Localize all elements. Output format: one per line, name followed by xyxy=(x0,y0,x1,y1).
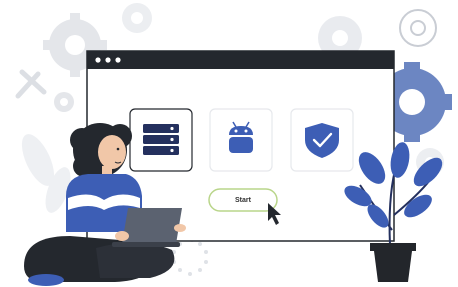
tile-server[interactable] xyxy=(129,108,193,172)
window-dot xyxy=(115,57,121,63)
gear-icon xyxy=(54,92,74,112)
illustration-scene: Start xyxy=(0,0,458,287)
server-stack-icon xyxy=(143,124,179,155)
start-button[interactable] xyxy=(208,188,278,212)
tile-robot[interactable] xyxy=(209,108,273,172)
window-dot xyxy=(95,57,101,63)
gear-icon xyxy=(122,3,152,33)
window-dot xyxy=(105,57,111,63)
wrench-icon xyxy=(15,69,47,99)
tile-shield[interactable] xyxy=(290,108,354,172)
gear-icon xyxy=(399,9,437,47)
